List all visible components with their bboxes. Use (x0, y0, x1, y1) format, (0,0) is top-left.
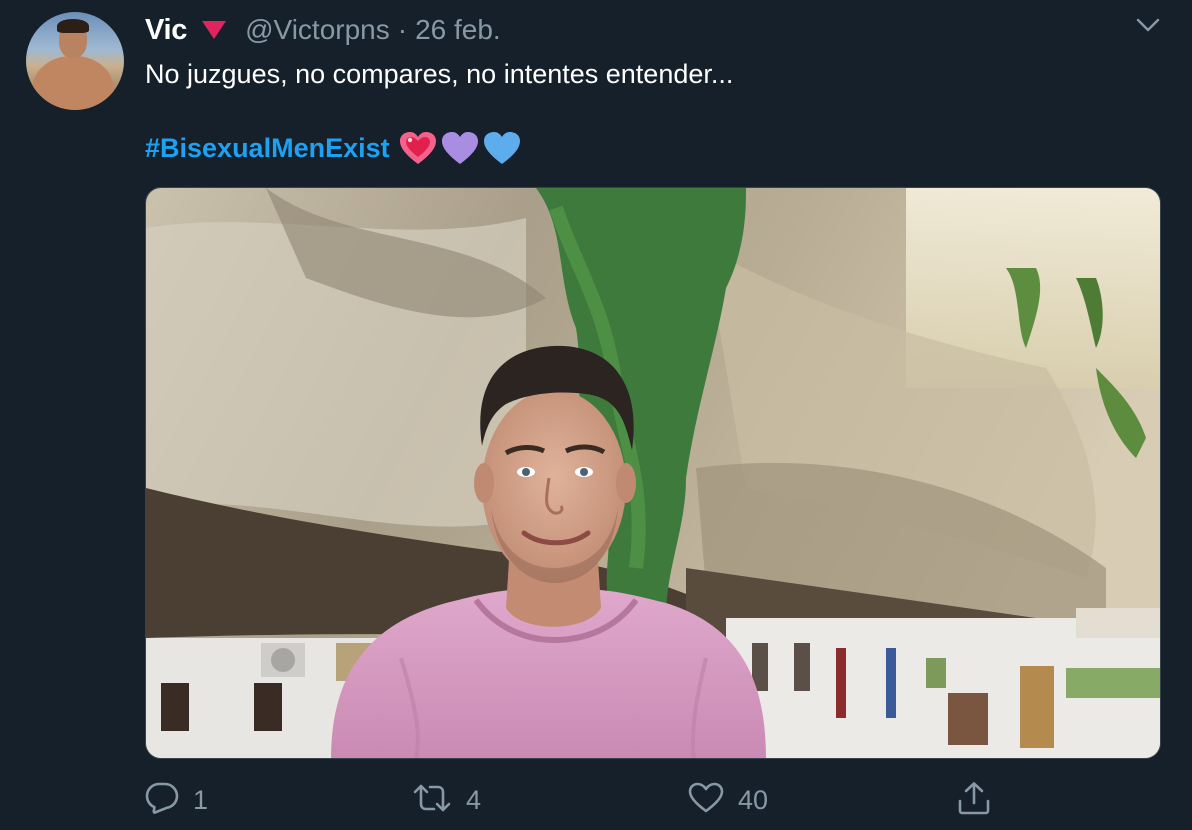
share-button[interactable] (956, 778, 992, 822)
separator-dot: · (397, 14, 408, 45)
hashtag-link[interactable]: #BisexualMenExist (145, 133, 390, 164)
avatar-body (32, 56, 114, 110)
hashtag-line: #BisexualMenExist (145, 128, 522, 168)
tweet-date[interactable]: 26 feb. (415, 14, 501, 46)
chevron-down-icon (1136, 18, 1160, 37)
emoji-group (398, 130, 522, 166)
retweet-count: 4 (466, 784, 482, 815)
more-options-button[interactable] (1128, 10, 1168, 44)
purple-heart-icon (440, 130, 480, 166)
avatar[interactable] (26, 12, 124, 110)
tweet-header: Vic @Victorpns · 26 feb. (145, 12, 501, 48)
author-name[interactable]: Vic (145, 14, 187, 47)
avatar-hair (57, 19, 89, 33)
reply-count: 1 (193, 784, 209, 815)
share-icon (956, 781, 992, 820)
tweet-photo[interactable] (145, 187, 1161, 759)
sparkling-heart-icon (398, 130, 438, 166)
tweet-text: No juzgues, no compares, no intentes ent… (145, 59, 734, 89)
reply-button[interactable]: 1 (145, 778, 208, 822)
triangle-down-icon (201, 20, 227, 40)
like-count: 40 (738, 784, 769, 815)
heart-icon (688, 782, 724, 819)
blue-heart-icon (482, 130, 522, 166)
like-button[interactable]: 40 (688, 778, 768, 822)
retweet-icon (412, 782, 452, 819)
reply-icon (145, 782, 179, 819)
action-bar: 1 4 40 (0, 778, 1192, 822)
retweet-button[interactable]: 4 (412, 778, 481, 822)
photo-canvas (146, 188, 1160, 758)
tweet: Vic @Victorpns · 26 feb. No juzgues, no … (0, 0, 1192, 830)
author-handle[interactable]: @Victorpns (245, 14, 390, 46)
